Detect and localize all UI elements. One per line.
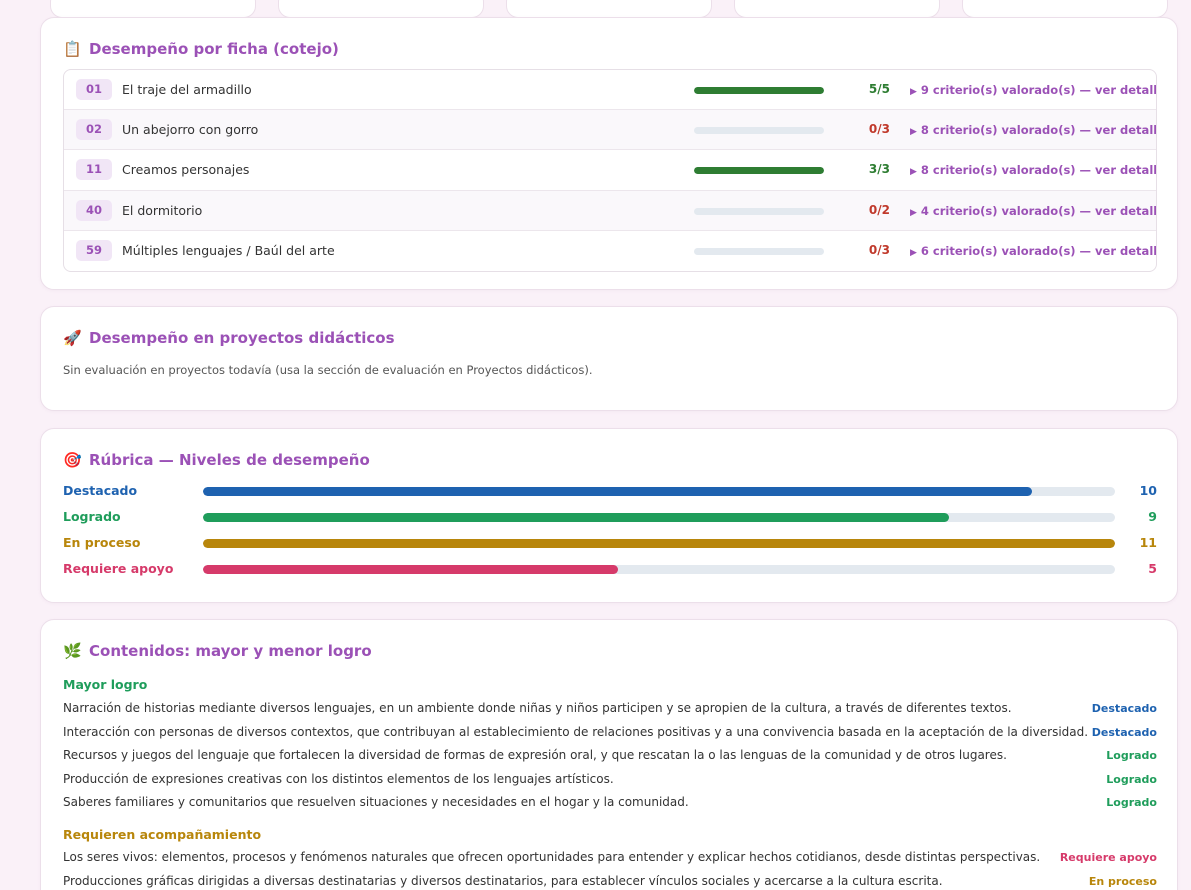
ficha-score: 0/3 (868, 242, 890, 257)
proyectos-empty-note: Sin evaluación en proyectos todavía (usa… (63, 363, 593, 377)
ficha-number: 40 (76, 199, 112, 221)
contenido-level: Requiere apoyo (1059, 851, 1157, 864)
ficha-score: 0/3 (868, 122, 890, 137)
ficha-name: El traje del armadillo (122, 82, 252, 97)
ficha-progress-bar (694, 127, 824, 135)
table-row: 59 Múltiples lenguajes / Baúl del arte 0… (64, 231, 1156, 271)
contenidos-card: 🌿 Contenidos: mayor y menor logro Mayor … (40, 619, 1178, 890)
triangle-right-icon: ▶ (910, 207, 917, 218)
ficha-name: Múltiples lenguajes / Baúl del arte (122, 242, 335, 258)
proyectos-title: 🚀 Desempeño en proyectos didácticos (63, 329, 395, 347)
table-row: 11 Creamos personajes 3/3 ▶ 8 criterio(s)… (64, 150, 1156, 191)
ficha-detail-toggle[interactable]: ▶ 8 criterio(s) valorado(s) — ver detalle (910, 123, 1156, 138)
list-item: Interacción con personas de diversos con… (63, 725, 1157, 743)
ficha-detail-toggle[interactable]: ▶ 8 criterio(s) valorado(s) — ver detalle (910, 163, 1156, 178)
ficha-progress-bar (694, 247, 824, 255)
list-item: Producción de expresiones creativas con … (63, 772, 1157, 790)
contenido-level: En proceso (1088, 875, 1157, 888)
ficha-number: 59 (76, 239, 112, 261)
level-label: En proceso (63, 535, 141, 550)
ficha-score: 0/2 (868, 202, 890, 217)
progress-fill (694, 167, 824, 175)
level-bar (203, 513, 1115, 522)
contenido-text: Interacción con personas de diversos con… (63, 725, 1089, 739)
table-row: 40 El dormitorio 0/2 ▶ 4 criterio(s) valo… (64, 190, 1156, 231)
clipboard-icon: 📋 (63, 40, 82, 58)
contenido-text: Recursos y juegos del lenguaje que forta… (63, 748, 1007, 762)
rubrica-level-en-proceso: En proceso 11 (63, 534, 1157, 552)
ficha-score: 5/5 (868, 82, 890, 96)
rubrica-title: 🎯 Rúbrica — Niveles de desempeño (63, 451, 370, 469)
ficha-progress-bar (694, 167, 824, 175)
level-bar-fill (203, 539, 1115, 548)
ficha-number: 02 (76, 119, 112, 141)
triangle-right-icon: ▶ (910, 127, 917, 138)
contenido-level: Logrado (1106, 796, 1157, 809)
ficha-progress-bar (694, 207, 824, 215)
fichas-card: 📋 Desempeño por ficha (cotejo) 01 El tra… (40, 17, 1178, 290)
list-item: Narración de historias mediante diversos… (63, 701, 1157, 719)
contenido-level: Logrado (1106, 773, 1157, 786)
stat-card-stub (506, 0, 712, 18)
level-bar (203, 539, 1115, 548)
stat-card-stub (50, 0, 256, 18)
table-row: 02 Un abejorro con gorro 0/3 ▶ 8 criterio… (64, 110, 1156, 151)
rubrica-level-requiere-apoyo: Requiere apoyo 5 (63, 560, 1157, 578)
level-count: 10 (1139, 483, 1157, 498)
triangle-right-icon: ▶ (910, 87, 917, 97)
ficha-progress-bar (694, 87, 824, 94)
rubrica-card: 🎯 Rúbrica — Niveles de desempeño Destaca… (40, 428, 1178, 603)
ficha-number: 11 (76, 159, 112, 181)
contenido-level: Logrado (1106, 749, 1157, 762)
requieren-acompanamiento-heading: Requieren acompañamiento (63, 827, 262, 842)
contenido-text: Producciones gráficas dirigidas a divers… (63, 874, 943, 888)
list-item: Los seres vivos: elementos, procesos y f… (63, 850, 1157, 868)
ficha-name: El dormitorio (122, 202, 203, 218)
contenido-level: Destacado (1091, 702, 1157, 715)
ficha-name: Creamos personajes (122, 162, 250, 178)
stat-card-stub (278, 0, 484, 18)
fichas-table: 01 El traje del armadillo 5/5 ▶ 9 criteri… (63, 69, 1157, 272)
level-label: Destacado (63, 483, 138, 498)
stat-card-stub (962, 0, 1168, 18)
triangle-right-icon: ▶ (910, 247, 917, 258)
ficha-number: 01 (76, 79, 112, 100)
rubrica-level-destacado: Destacado 10 (63, 482, 1157, 500)
rocket-icon: 🚀 (63, 329, 82, 347)
stat-card-stub (734, 0, 940, 18)
list-item: Recursos y juegos del lenguaje que forta… (63, 748, 1157, 766)
ficha-detail-toggle[interactable]: ▶ 6 criterio(s) valorado(s) — ver detalle (910, 244, 1156, 258)
progress-fill (694, 87, 824, 94)
contenidos-title: 🌿 Contenidos: mayor y menor logro (63, 642, 372, 660)
level-label: Requiere apoyo (63, 561, 174, 576)
level-bar (203, 487, 1115, 496)
level-count: 11 (1139, 535, 1157, 550)
sprout-icon: 🌿 (63, 642, 82, 660)
target-icon: 🎯 (63, 451, 82, 469)
list-item: Producciones gráficas dirigidas a divers… (63, 874, 1157, 890)
mayor-logro-heading: Mayor logro (63, 677, 148, 692)
ficha-detail-toggle[interactable]: ▶ 9 criterio(s) valorado(s) — ver detalle (910, 83, 1156, 97)
level-bar-fill (203, 513, 950, 522)
contenido-text: Narración de historias mediante diversos… (63, 701, 1012, 715)
level-bar-fill (203, 565, 618, 574)
contenido-text: Producción de expresiones creativas con … (63, 772, 614, 786)
ficha-detail-toggle[interactable]: ▶ 4 criterio(s) valorado(s) — ver detalle (910, 204, 1156, 218)
table-row: 01 El traje del armadillo 5/5 ▶ 9 criteri… (64, 70, 1156, 111)
contenido-text: Los seres vivos: elementos, procesos y f… (63, 850, 1041, 864)
level-count: 5 (1148, 561, 1157, 576)
list-item: Saberes familiares y comunitarios que re… (63, 795, 1157, 813)
contenido-text: Saberes familiares y comunitarios que re… (63, 795, 689, 809)
ficha-name: Un abejorro con gorro (122, 122, 259, 138)
fichas-title: 📋 Desempeño por ficha (cotejo) (63, 40, 339, 58)
triangle-right-icon: ▶ (910, 167, 917, 178)
rubrica-level-logrado: Logrado 9 (63, 508, 1157, 526)
contenido-level: Destacado (1091, 726, 1157, 739)
level-bar-fill (203, 487, 1033, 496)
proyectos-card: 🚀 Desempeño en proyectos didácticos Sin … (40, 306, 1178, 411)
level-count: 9 (1148, 509, 1157, 524)
level-bar (203, 565, 1115, 574)
ficha-score: 3/3 (868, 162, 890, 177)
level-label: Logrado (63, 509, 121, 524)
